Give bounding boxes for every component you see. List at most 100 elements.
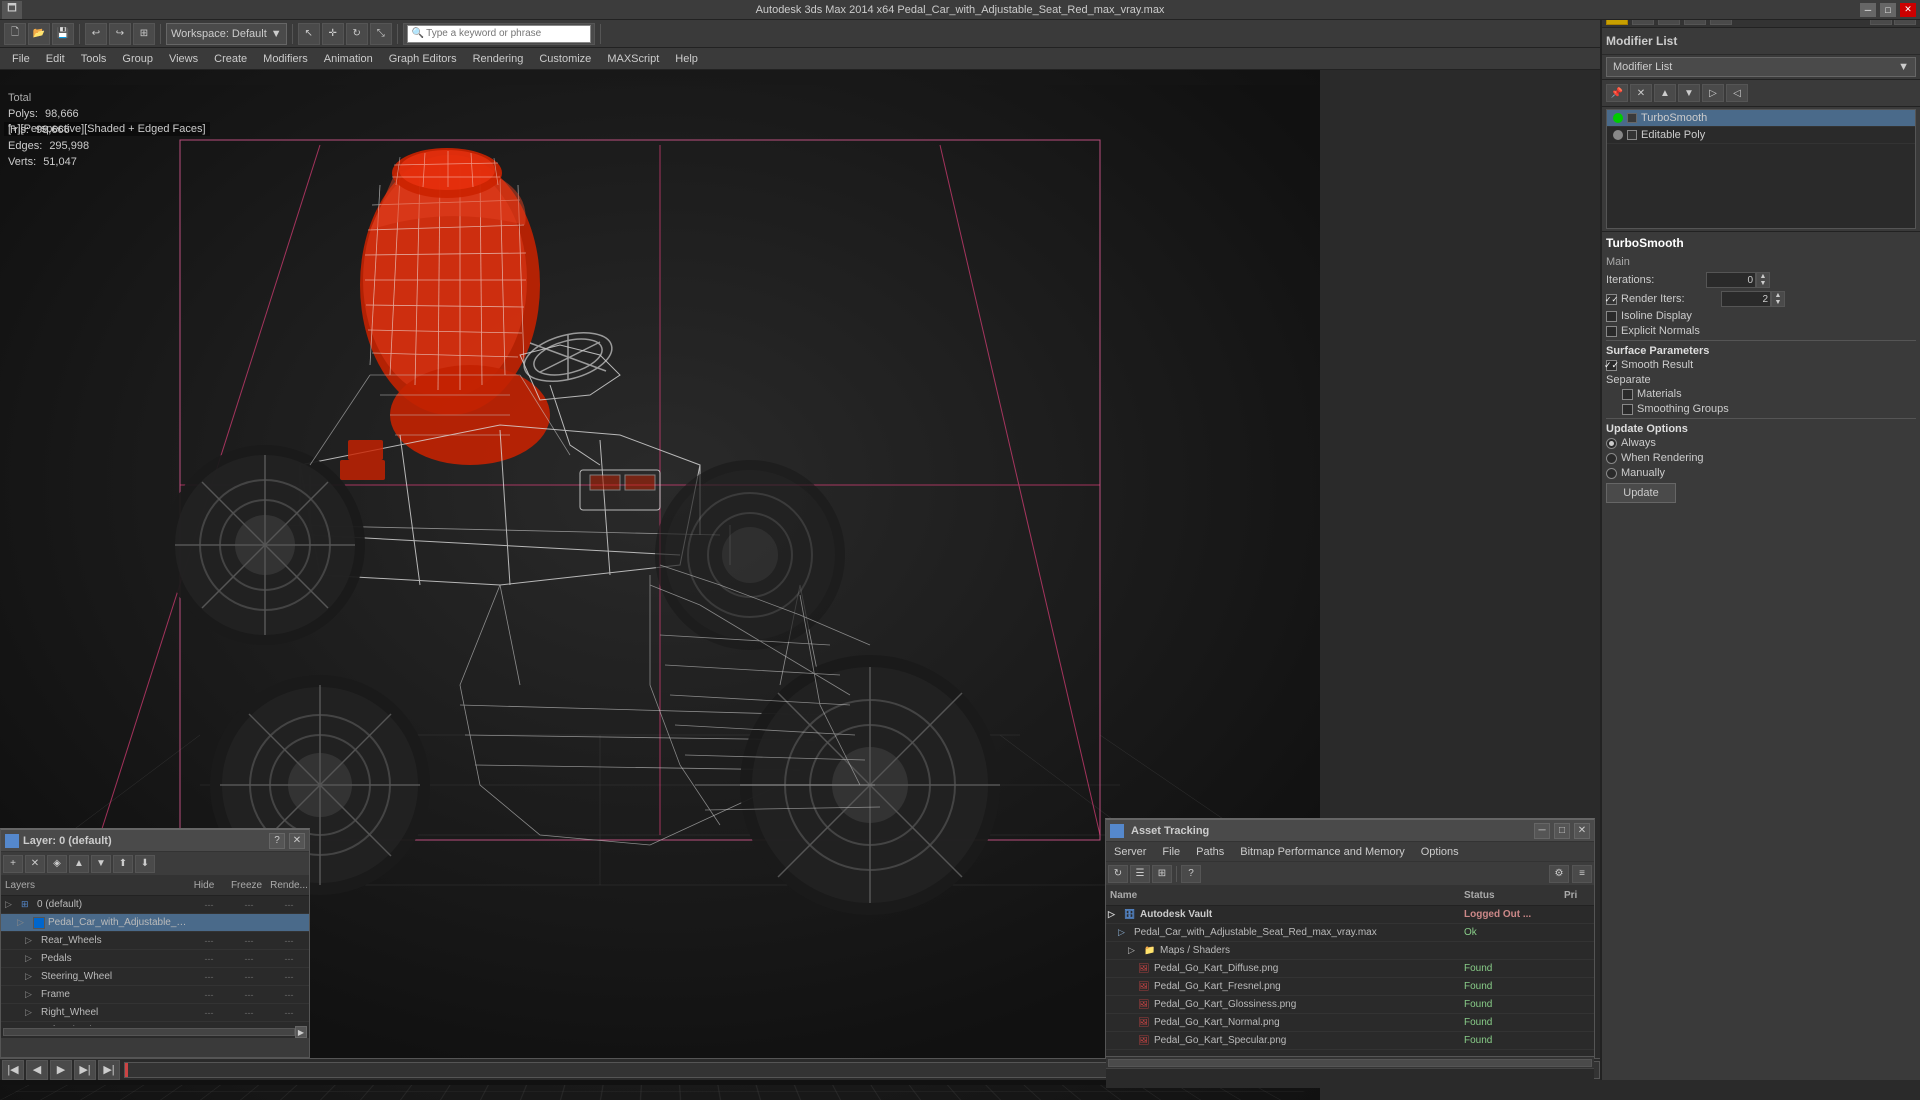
asset-settings-btn[interactable]: ⚙ xyxy=(1549,865,1569,883)
menu-graph-editors[interactable]: Graph Editors xyxy=(381,48,465,70)
layer-item-pedals[interactable]: ▷ Pedals --- --- --- xyxy=(1,950,309,968)
always-radio[interactable] xyxy=(1606,438,1617,449)
menu-maxscript[interactable]: MAXScript xyxy=(599,48,667,70)
menu-views[interactable]: Views xyxy=(161,48,206,70)
asset-menu-bitmap[interactable]: Bitmap Performance and Memory xyxy=(1232,842,1412,862)
asset-maps-folder[interactable]: ▷ 📁 Maps / Shaders xyxy=(1106,942,1594,960)
asset-menu-file[interactable]: File xyxy=(1154,842,1188,862)
menu-rendering[interactable]: Rendering xyxy=(465,48,532,70)
layer-new-btn[interactable]: + xyxy=(3,855,23,873)
render-iters-up[interactable]: ▲ xyxy=(1772,292,1784,299)
rotate-btn[interactable]: ↻ xyxy=(346,23,368,45)
asset-main-file-item[interactable]: ▷ Pedal_Car_with_Adjustable_Seat_Red_max… xyxy=(1106,924,1594,942)
render-iters-checkbox[interactable]: ✓ xyxy=(1606,294,1617,305)
explicit-normals-checkbox[interactable] xyxy=(1606,326,1617,337)
editablepoly-checkbox[interactable] xyxy=(1627,130,1637,140)
asset-refresh-btn[interactable]: ↻ xyxy=(1108,865,1128,883)
mod-delete-btn[interactable]: ✕ xyxy=(1630,84,1652,102)
asset-more-btn[interactable]: ≡ xyxy=(1572,865,1592,883)
layer-item-pedalcar[interactable]: ▷ Pedal_Car_with_Adjustable_Seat_Red xyxy=(1,914,309,932)
layer-scroll-right-btn[interactable]: ▶ xyxy=(295,1026,307,1038)
asset-vault-item[interactable]: ▷ 🗄 Autodesk Vault Logged Out ... xyxy=(1106,906,1594,924)
minimize-button[interactable]: ─ xyxy=(1860,3,1876,17)
mod-expand-btn[interactable]: ▷ xyxy=(1702,84,1724,102)
menu-group[interactable]: Group xyxy=(114,48,161,70)
when-rendering-radio[interactable] xyxy=(1606,453,1617,464)
menu-modifiers[interactable]: Modifiers xyxy=(255,48,316,70)
modifier-editable-poly[interactable]: Editable Poly xyxy=(1607,127,1915,144)
ref-btn[interactable]: ⊞ xyxy=(133,23,155,45)
smooth-result-checkbox[interactable]: ✓ xyxy=(1606,360,1617,371)
app-icon[interactable]: 🗖 xyxy=(2,1,22,19)
update-button[interactable]: Update xyxy=(1606,483,1676,503)
asset-menu-options[interactable]: Options xyxy=(1413,842,1467,862)
asset-maximize-btn[interactable]: □ xyxy=(1554,823,1570,839)
redo-btn[interactable]: ↪ xyxy=(109,23,131,45)
mod-pin-btn[interactable]: 📌 xyxy=(1606,84,1628,102)
layer-panel-close-btn[interactable]: ✕ xyxy=(289,833,305,849)
smoothing-groups-checkbox[interactable] xyxy=(1622,404,1633,415)
move-btn[interactable]: ✛ xyxy=(322,23,344,45)
asset-help-btn[interactable]: ? xyxy=(1181,865,1201,883)
materials-checkbox[interactable] xyxy=(1622,389,1633,400)
search-btn[interactable]: 🔍 xyxy=(403,23,595,45)
asset-scrollbar[interactable] xyxy=(1108,1059,1592,1067)
layer-move-up-btn[interactable]: ▲ xyxy=(69,855,89,873)
menu-tools[interactable]: Tools xyxy=(73,48,115,70)
iterations-spinner[interactable]: ▲ ▼ xyxy=(1756,272,1770,288)
layer-scrollbar[interactable] xyxy=(3,1028,295,1036)
layer-item-frame[interactable]: ▷ Frame --- --- --- xyxy=(1,986,309,1004)
iterations-down-arrow[interactable]: ▼ xyxy=(1757,280,1769,287)
iterations-up-arrow[interactable]: ▲ xyxy=(1757,273,1769,280)
goto-end-btn[interactable]: ▶| xyxy=(98,1060,120,1080)
modifier-turbosmooth[interactable]: TurboSmooth xyxy=(1607,110,1915,127)
layer-panel-question-btn[interactable]: ? xyxy=(269,833,285,849)
search-box[interactable]: 🔍 xyxy=(407,25,591,43)
undo-btn[interactable]: ↩ xyxy=(85,23,107,45)
mod-collapse-btn[interactable]: ◁ xyxy=(1726,84,1748,102)
menu-customize[interactable]: Customize xyxy=(531,48,599,70)
workspace-dropdown[interactable]: Workspace: Default ▼ xyxy=(166,23,287,45)
prev-frame-btn[interactable]: ◀ xyxy=(26,1060,48,1080)
menu-help[interactable]: Help xyxy=(667,48,706,70)
render-iters-spinner[interactable]: ▲ ▼ xyxy=(1771,291,1785,307)
menu-file[interactable]: File xyxy=(4,48,38,70)
select-btn[interactable]: ↖ xyxy=(298,23,320,45)
asset-minimize-btn[interactable]: ─ xyxy=(1534,823,1550,839)
mod-move-up-btn[interactable]: ▲ xyxy=(1654,84,1676,102)
asset-gloss-item[interactable]: 🖼 Pedal_Go_Kart_Glossiness.png Found xyxy=(1106,996,1594,1014)
layer-item-rightwheel[interactable]: ▷ Right_Wheel --- --- --- xyxy=(1,1004,309,1022)
layer-add-sel-btn[interactable]: ◈ xyxy=(47,855,67,873)
new-file-btn[interactable]: 🗋 xyxy=(4,23,26,45)
menu-animation[interactable]: Animation xyxy=(316,48,381,70)
asset-menu-server[interactable]: Server xyxy=(1106,842,1154,862)
menu-create[interactable]: Create xyxy=(206,48,255,70)
manually-radio[interactable] xyxy=(1606,468,1617,479)
asset-menu-paths[interactable]: Paths xyxy=(1188,842,1232,862)
open-file-btn[interactable]: 📂 xyxy=(28,23,50,45)
isoline-checkbox[interactable] xyxy=(1606,311,1617,322)
iterations-input[interactable] xyxy=(1706,272,1756,288)
modifier-list-dropdown[interactable]: Modifier List ▼ xyxy=(1606,57,1916,77)
play-btn[interactable]: ▶ xyxy=(50,1060,72,1080)
render-iters-down[interactable]: ▼ xyxy=(1772,299,1784,306)
asset-list-btn[interactable]: ☰ xyxy=(1130,865,1150,883)
layer-item-steering[interactable]: ▷ Steering_Wheel --- --- --- xyxy=(1,968,309,986)
maximize-button[interactable]: □ xyxy=(1880,3,1896,17)
save-btn[interactable]: 💾 xyxy=(52,23,74,45)
layer-move-layer-up-btn[interactable]: ⬆ xyxy=(113,855,133,873)
asset-close-btn[interactable]: ✕ xyxy=(1574,823,1590,839)
mod-move-down-btn[interactable]: ▼ xyxy=(1678,84,1700,102)
menu-edit[interactable]: Edit xyxy=(38,48,73,70)
layer-move-layer-down-btn[interactable]: ⬇ xyxy=(135,855,155,873)
asset-detail-btn[interactable]: ⊞ xyxy=(1152,865,1172,883)
search-input[interactable] xyxy=(426,28,586,39)
close-button[interactable]: ✕ xyxy=(1900,3,1916,17)
goto-start-btn[interactable]: |◀ xyxy=(2,1060,24,1080)
asset-normal-item[interactable]: 🖼 Pedal_Go_Kart_Normal.png Found xyxy=(1106,1014,1594,1032)
scale-btn[interactable]: ⤡ xyxy=(370,23,392,45)
layer-item-leftwheel[interactable]: ▷ Left_Wheel --- --- --- xyxy=(1,1022,309,1026)
layer-move-down-btn[interactable]: ▼ xyxy=(91,855,111,873)
layer-item-default[interactable]: ▷ ⊞ 0 (default) --- --- --- xyxy=(1,896,309,914)
layer-delete-btn[interactable]: ✕ xyxy=(25,855,45,873)
